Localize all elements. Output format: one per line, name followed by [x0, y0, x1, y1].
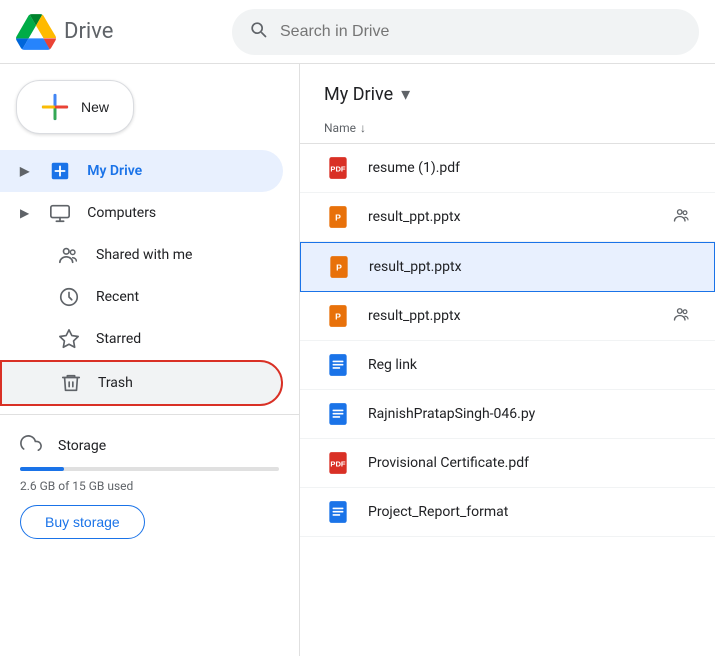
buy-storage-button[interactable]: Buy storage [20, 505, 145, 539]
sort-arrow-icon: ↓ [360, 121, 366, 135]
shared-people-icon [673, 206, 691, 228]
sidebar-item-my-drive[interactable]: ▶ My Drive [0, 150, 283, 192]
my-drive-icon [49, 160, 71, 182]
table-row[interactable]: P result_ppt.pptx [300, 193, 715, 242]
sidebar-item-label: Computers [87, 205, 156, 221]
file-type-icon [324, 400, 352, 428]
file-name: result_ppt.pptx [368, 308, 657, 324]
table-row[interactable]: P result_ppt.pptx [300, 292, 715, 341]
file-name: resume (1).pdf [368, 160, 691, 176]
shared-people-icon [673, 305, 691, 327]
storage-row: Storage [20, 435, 279, 457]
table-row[interactable]: RajnishPratapSingh-046.py [300, 390, 715, 439]
svg-text:PDF: PDF [330, 459, 346, 468]
name-column-header[interactable]: Name ↓ [324, 121, 366, 135]
plus-icon [41, 93, 69, 121]
search-input[interactable] [280, 23, 683, 41]
logo-area: Drive [16, 12, 216, 52]
search-bar[interactable] [232, 9, 699, 55]
new-button[interactable]: New [16, 80, 134, 134]
sidebar-item-starred[interactable]: Starred [0, 318, 283, 360]
storage-section: Storage 2.6 GB of 15 GB used Buy storage [0, 423, 299, 551]
sidebar-item-computers[interactable]: ▶ Computers [0, 192, 283, 234]
content-area: My Drive ▾ Name ↓ PDF resume (1).pdf [300, 64, 715, 656]
svg-text:P: P [336, 262, 342, 272]
file-name: RajnishPratapSingh-046.py [368, 406, 691, 422]
sidebar-item-label: My Drive [87, 163, 142, 179]
recent-icon [58, 286, 80, 308]
file-type-icon: P [325, 253, 353, 281]
chevron-down-icon[interactable]: ▾ [401, 84, 410, 105]
file-type-icon [324, 498, 352, 526]
content-header: My Drive ▾ [300, 64, 715, 113]
new-button-label: New [81, 99, 109, 115]
shared-icon [58, 244, 80, 266]
file-type-icon: P [324, 203, 352, 231]
file-list-header: Name ↓ [300, 113, 715, 144]
storage-bar-fill [20, 467, 64, 471]
table-row[interactable]: PDF resume (1).pdf [300, 144, 715, 193]
storage-icon [20, 435, 42, 457]
sidebar-divider [0, 414, 299, 415]
search-icon [248, 19, 268, 44]
sidebar-item-label: Starred [96, 331, 141, 347]
file-type-icon: PDF [324, 154, 352, 182]
name-column-label: Name [324, 121, 356, 135]
computers-icon [49, 202, 71, 224]
file-name: result_ppt.pptx [369, 259, 690, 275]
storage-label: Storage [58, 438, 106, 454]
trash-icon [60, 372, 82, 394]
file-name: result_ppt.pptx [368, 209, 657, 225]
header: Drive [0, 0, 715, 64]
expand-icon: ▶ [20, 164, 29, 178]
file-type-icon: P [324, 302, 352, 330]
sidebar-item-trash[interactable]: Trash [0, 360, 283, 406]
file-type-icon [324, 351, 352, 379]
svg-text:P: P [335, 311, 341, 321]
svg-text:P: P [335, 212, 341, 222]
table-row[interactable]: P result_ppt.pptx [300, 242, 715, 292]
storage-used-text: 2.6 GB of 15 GB used [20, 479, 279, 493]
new-button-wrap: New [0, 72, 299, 150]
sidebar-item-label: Recent [96, 289, 139, 305]
file-name: Provisional Certificate.pdf [368, 455, 691, 471]
file-type-icon: PDF [324, 449, 352, 477]
file-name: Project_Report_format [368, 504, 691, 520]
drive-logo-icon [16, 12, 56, 52]
sidebar-item-label: Shared with me [96, 247, 192, 263]
svg-text:PDF: PDF [330, 164, 346, 173]
sidebar-item-shared-with-me[interactable]: Shared with me [0, 234, 283, 276]
page-title: My Drive [324, 84, 393, 105]
starred-icon [58, 328, 80, 350]
app-title: Drive [64, 19, 113, 44]
expand-icon: ▶ [20, 206, 29, 220]
sidebar-item-label: Trash [98, 375, 133, 391]
main-layout: New ▶ My Drive ▶ Computers [0, 64, 715, 656]
table-row[interactable]: PDF Provisional Certificate.pdf [300, 439, 715, 488]
sidebar-item-recent[interactable]: Recent [0, 276, 283, 318]
file-name: Reg link [368, 357, 691, 373]
table-row[interactable]: Reg link [300, 341, 715, 390]
storage-bar-wrap [20, 467, 279, 471]
table-row[interactable]: Project_Report_format [300, 488, 715, 537]
sidebar: New ▶ My Drive ▶ Computers [0, 64, 300, 656]
